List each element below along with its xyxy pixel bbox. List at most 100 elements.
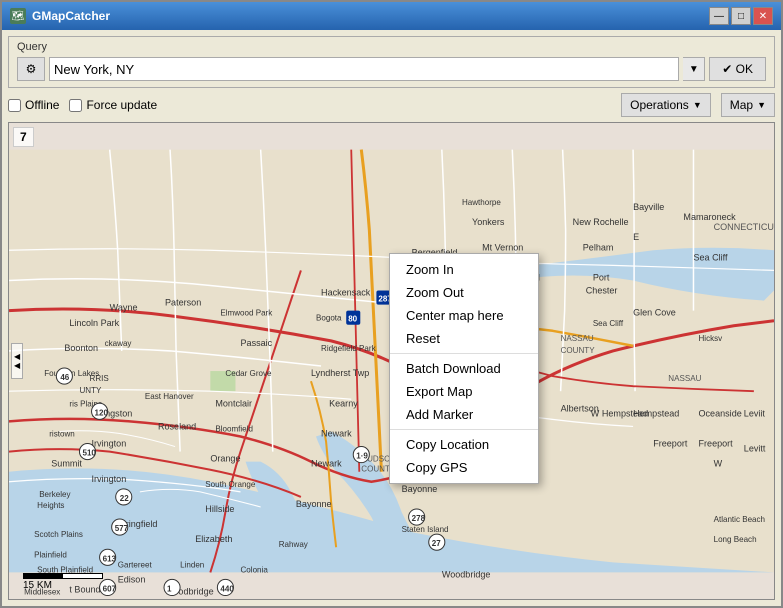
svg-text:Glen Cove: Glen Cove xyxy=(633,308,676,318)
svg-text:440: 440 xyxy=(220,585,234,594)
svg-text:Rahway: Rahway xyxy=(279,540,308,549)
operations-dropdown-group: Operations ▼ xyxy=(621,93,711,117)
svg-text:E: E xyxy=(633,232,639,242)
scroll-left-handle[interactable]: ◀◀ xyxy=(11,343,23,379)
context-menu-separator-2 xyxy=(390,429,538,430)
force-update-checkbox-label[interactable]: Force update xyxy=(69,98,157,112)
svg-text:Sea Cliff: Sea Cliff xyxy=(693,252,728,262)
zoom-level: 7 xyxy=(20,130,27,144)
svg-text:Leviit: Leviit xyxy=(744,408,766,418)
svg-text:Berkeley: Berkeley xyxy=(39,490,70,499)
svg-text:Long Beach: Long Beach xyxy=(714,535,757,544)
scale-bar-white xyxy=(63,573,103,579)
svg-text:Summit: Summit xyxy=(51,459,82,469)
force-update-checkbox[interactable] xyxy=(69,99,82,112)
svg-text:Sea Cliff: Sea Cliff xyxy=(593,319,624,328)
svg-text:22: 22 xyxy=(120,494,129,503)
svg-text:Irvington: Irvington xyxy=(92,474,127,484)
svg-text:NASSAU: NASSAU xyxy=(561,334,594,343)
svg-text:Hackensack: Hackensack xyxy=(321,288,371,298)
content-area: Query ⚙ ▼ ✔ OK Offline Force update Oper… xyxy=(2,30,781,606)
svg-text:Colonia: Colonia xyxy=(241,565,269,574)
operations-button[interactable]: Operations ▼ xyxy=(621,93,711,117)
svg-text:Oceanside: Oceanside xyxy=(699,408,742,418)
svg-text:Gartereet: Gartereet xyxy=(118,560,153,569)
svg-text:South Orange: South Orange xyxy=(205,480,256,489)
svg-text:577: 577 xyxy=(115,524,129,533)
app-icon: 🗺 xyxy=(10,8,26,24)
operations-label: Operations xyxy=(630,98,689,112)
svg-text:Mt Vernon: Mt Vernon xyxy=(482,242,523,252)
query-label: Query xyxy=(17,41,766,53)
svg-text:Lyndherst Twp: Lyndherst Twp xyxy=(311,368,369,378)
svg-text:UNTY: UNTY xyxy=(79,386,102,395)
scale-label: 15 KM xyxy=(23,580,52,591)
context-menu-add-marker[interactable]: Add Marker xyxy=(390,403,538,426)
svg-text:Scotch Plains: Scotch Plains xyxy=(34,530,83,539)
svg-text:Staten Island: Staten Island xyxy=(402,525,449,534)
svg-text:Boonton: Boonton xyxy=(64,343,98,353)
svg-text:Irvington: Irvington xyxy=(92,439,127,449)
svg-text:COUNTY: COUNTY xyxy=(561,346,596,355)
svg-text:Ridgefield Park: Ridgefield Park xyxy=(321,344,377,353)
svg-text:Montclair: Montclair xyxy=(215,398,252,408)
svg-text:Bloomfield: Bloomfield xyxy=(215,424,253,433)
ok-button[interactable]: ✔ OK xyxy=(709,57,766,81)
location-input[interactable] xyxy=(49,57,679,81)
svg-text:Heights: Heights xyxy=(37,501,64,510)
force-update-label: Force update xyxy=(86,98,157,112)
svg-text:Hawthorpe: Hawthorpe xyxy=(462,198,501,207)
map-dropdown-arrow: ▼ xyxy=(757,100,766,110)
scale-bar-black xyxy=(23,573,63,579)
svg-text:Orange: Orange xyxy=(210,454,240,464)
svg-text:Bayonne: Bayonne xyxy=(296,499,332,509)
svg-text:Yonkers: Yonkers xyxy=(472,217,505,227)
svg-text:Pelham: Pelham xyxy=(583,242,614,252)
svg-text:CONNECTICUT: CONNECTICUT xyxy=(714,222,774,232)
svg-text:Newark: Newark xyxy=(321,428,352,438)
svg-text:ckaway: ckaway xyxy=(105,339,132,348)
svg-text:Freeport: Freeport xyxy=(699,439,734,449)
minimize-button[interactable]: — xyxy=(709,7,729,25)
svg-text:Lincoln Park: Lincoln Park xyxy=(69,318,119,328)
location-dropdown-button[interactable]: ▼ xyxy=(683,57,705,81)
svg-text:Chester: Chester xyxy=(586,286,618,296)
svg-text:Mamaroneck: Mamaroneck xyxy=(683,212,736,222)
scale-bar-line xyxy=(23,569,103,579)
svg-text:W: W xyxy=(714,459,723,469)
svg-text:278: 278 xyxy=(412,514,426,523)
svg-text:RRIS: RRIS xyxy=(90,374,109,383)
context-menu-zoom-in[interactable]: Zoom In xyxy=(390,258,538,281)
maximize-button[interactable]: □ xyxy=(731,7,751,25)
context-menu-reset[interactable]: Reset xyxy=(390,327,538,350)
context-menu: Zoom In Zoom Out Center map here Reset B… xyxy=(389,253,539,484)
svg-text:Woodbridge: Woodbridge xyxy=(442,569,491,579)
context-menu-export-map[interactable]: Export Map xyxy=(390,380,538,403)
context-menu-center-map[interactable]: Center map here xyxy=(390,304,538,327)
close-button[interactable]: ✕ xyxy=(753,7,773,25)
svg-text:1: 1 xyxy=(167,585,172,594)
svg-text:Port: Port xyxy=(593,272,610,282)
operations-dropdown-arrow: ▼ xyxy=(693,100,702,110)
svg-text:Passaic: Passaic xyxy=(241,338,273,348)
map-button[interactable]: Map ▼ xyxy=(721,93,775,117)
offline-checkbox-label[interactable]: Offline xyxy=(8,98,59,112)
svg-text:NASSAU: NASSAU xyxy=(668,374,701,383)
offline-checkbox[interactable] xyxy=(8,99,21,112)
query-icon-button[interactable]: ⚙ xyxy=(17,57,45,81)
svg-text:Freeport: Freeport xyxy=(653,439,688,449)
scale-bar: 15 KM xyxy=(23,569,103,591)
query-row: ⚙ ▼ ✔ OK xyxy=(17,57,766,81)
window-title: GMapCatcher xyxy=(32,9,110,23)
map-container[interactable]: Lincoln Park Boonton Fountain Lakes ris … xyxy=(8,122,775,600)
context-menu-separator-1 xyxy=(390,353,538,354)
context-menu-copy-gps[interactable]: Copy GPS xyxy=(390,456,538,479)
svg-text:New Rochelle: New Rochelle xyxy=(573,217,629,227)
context-menu-zoom-out[interactable]: Zoom Out xyxy=(390,281,538,304)
context-menu-batch-download[interactable]: Batch Download xyxy=(390,357,538,380)
svg-text:Plainfield: Plainfield xyxy=(34,550,67,559)
svg-text:120: 120 xyxy=(95,408,109,417)
title-bar: 🗺 GMapCatcher — □ ✕ xyxy=(2,2,781,30)
svg-text:Elmwood Park: Elmwood Park xyxy=(220,309,273,318)
context-menu-copy-location[interactable]: Copy Location xyxy=(390,433,538,456)
